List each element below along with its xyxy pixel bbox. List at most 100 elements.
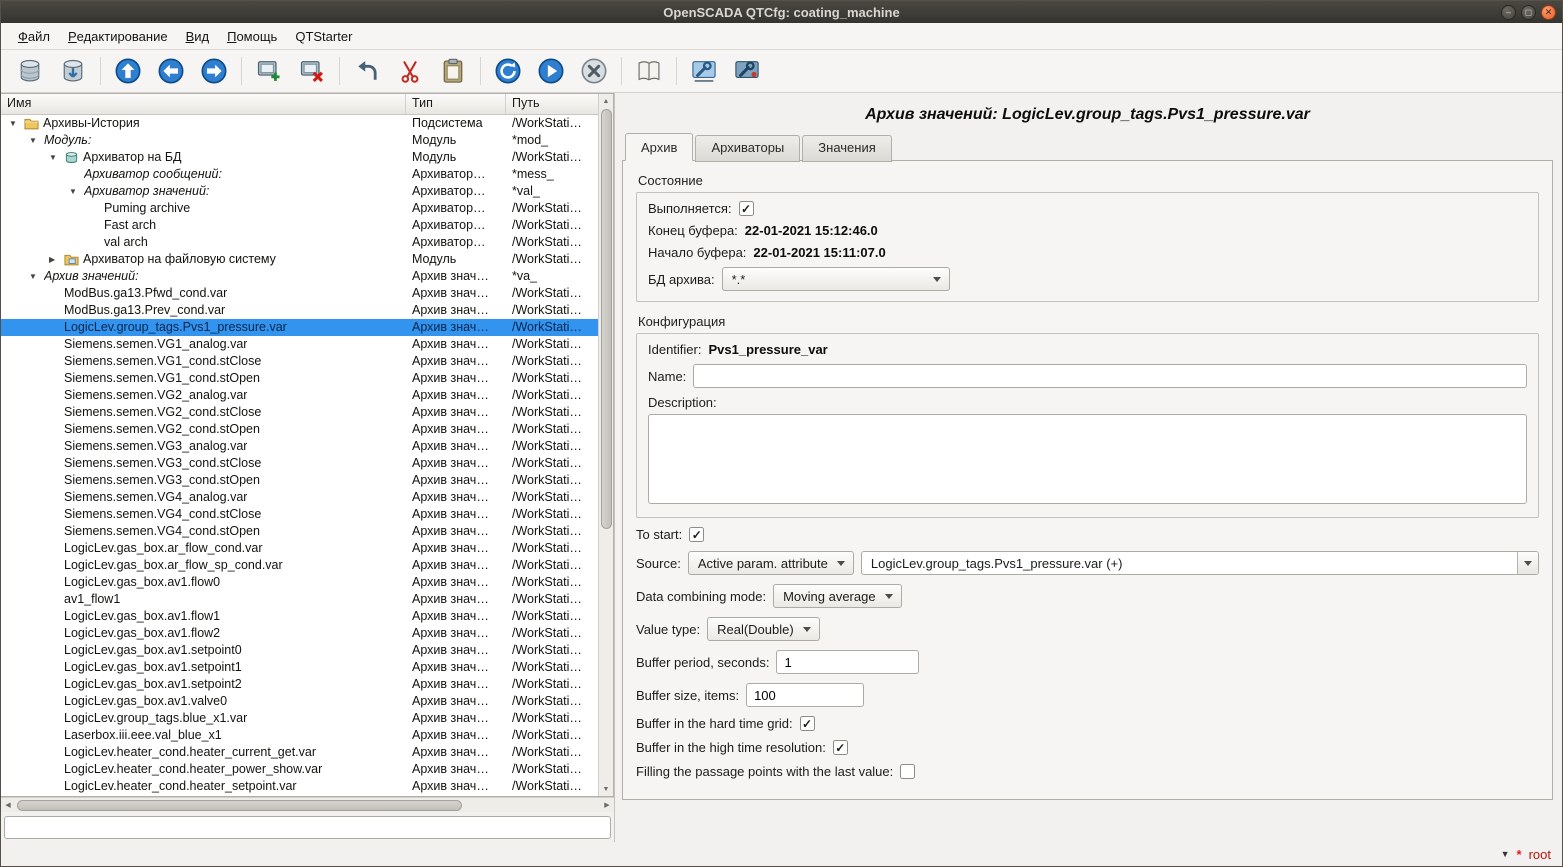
tab-archive[interactable]: Архив [625, 133, 693, 161]
tree-row[interactable]: LogicLev.group_tags.Pvs1_pressure.varАрх… [1, 319, 598, 336]
tree-row[interactable]: Siemens.semen.VG4_cond.stOpenАрхив знач…… [1, 523, 598, 540]
tree-row[interactable]: LogicLev.gas_box.av1.flow1Архив знач…/Wo… [1, 608, 598, 625]
tree-row[interactable]: LogicLev.gas_box.av1.setpoint2Архив знач… [1, 676, 598, 693]
tree-row[interactable]: ▼Архивы-ИсторияПодсистема/WorkStati… [1, 115, 598, 132]
expander-closed-icon[interactable]: ▶ [47, 251, 64, 268]
tree-row[interactable]: ▼Модуль:Модуль*mod_ [1, 132, 598, 149]
toolbar-tool-blue-button[interactable] [685, 53, 723, 89]
toolbar-load-from-db-button[interactable] [11, 53, 49, 89]
tree-row[interactable]: ModBus.ga13.Prev_cond.varАрхив знач…/Wor… [1, 302, 598, 319]
tree-row[interactable]: Siemens.semen.VG1_analog.varАрхив знач…/… [1, 336, 598, 353]
tree-row[interactable]: ▼Архив значений:Архив знач…*va_ [1, 268, 598, 285]
tree-row[interactable]: ModBus.ga13.Pfwd_cond.varАрхив знач…/Wor… [1, 285, 598, 302]
scroll-left-arrow-icon[interactable]: ◀ [1, 798, 15, 812]
tree-row[interactable]: LogicLev.gas_box.av1.flow0Архив знач…/Wo… [1, 574, 598, 591]
high-resolution-checkbox[interactable]: ✓ [833, 740, 848, 755]
tree-row[interactable]: LogicLev.gas_box.ar_flow_cond.varАрхив з… [1, 540, 598, 557]
toolbar-refresh-button[interactable] [489, 53, 527, 89]
tree-column-path[interactable]: Путь [506, 94, 598, 114]
name-input[interactable] [693, 364, 1527, 388]
toolbar-add-item-button[interactable] [250, 53, 288, 89]
tree-row[interactable]: ▼Архиватор значений:Архиватор…*val_ [1, 183, 598, 200]
toolbar-stop-button[interactable] [575, 53, 613, 89]
combining-mode-select[interactable]: Moving average [773, 584, 902, 608]
buffer-size-input[interactable] [746, 683, 864, 707]
tree-column-name[interactable]: Имя [1, 94, 406, 114]
tree-row[interactable]: Архиватор сообщений:Архиватор…*mess_ [1, 166, 598, 183]
expander-open-icon[interactable]: ▼ [47, 149, 64, 166]
tree-row[interactable]: Puming archiveАрхиватор…/WorkStati… [1, 200, 598, 217]
toolbar-copy-item-button[interactable] [348, 53, 386, 89]
buffer-period-input[interactable] [776, 650, 919, 674]
vertical-scroll-thumb[interactable] [601, 109, 612, 529]
tree-row[interactable]: val archАрхиватор…/WorkStati… [1, 234, 598, 251]
command-input[interactable] [4, 816, 611, 839]
tree-row[interactable]: av1_flow1Архив знач…/WorkStati… [1, 591, 598, 608]
expander-open-icon[interactable]: ▼ [27, 132, 44, 149]
toolbar-up-button[interactable] [109, 53, 147, 89]
value-type-select[interactable]: Real(Double) [707, 617, 820, 641]
tree-row[interactable]: LogicLev.heater_cond.heater_setpoint.var… [1, 778, 598, 795]
toolbar-cut-item-button[interactable] [391, 53, 429, 89]
tree-vertical-scrollbar[interactable]: ▲ ▼ [598, 94, 613, 796]
scroll-right-arrow-icon[interactable]: ▶ [600, 798, 614, 812]
expander-open-icon[interactable]: ▼ [27, 268, 44, 285]
tree-horizontal-scrollbar[interactable]: ◀ ▶ [1, 797, 614, 812]
tree-row[interactable]: Siemens.semen.VG3_cond.stCloseАрхив знач… [1, 455, 598, 472]
tree-row[interactable]: LogicLev.gas_box.av1.valve0Архив знач…/W… [1, 693, 598, 710]
toolbar-paste-item-button[interactable] [434, 53, 472, 89]
source-combobox[interactable]: LogicLev.group_tags.Pvs1_pressure.var (+… [861, 551, 1539, 575]
tree-row[interactable]: Siemens.semen.VG2_analog.varАрхив знач…/… [1, 387, 598, 404]
close-button[interactable]: ✕ [1541, 5, 1556, 20]
archive-db-select[interactable]: *.* [722, 267, 950, 291]
tree-row[interactable]: LogicLev.gas_box.av1.setpoint1Архив знач… [1, 659, 598, 676]
tree-row[interactable]: Siemens.semen.VG1_cond.stOpenАрхив знач…… [1, 370, 598, 387]
minimize-button[interactable]: – [1501, 5, 1516, 20]
source-type-select[interactable]: Active param. attribute [688, 551, 854, 575]
tree-row[interactable]: Siemens.semen.VG2_cond.stCloseАрхив знач… [1, 404, 598, 421]
scroll-down-arrow-icon[interactable]: ▼ [599, 782, 613, 796]
toolbar-tool-dark-button[interactable] [728, 53, 766, 89]
tree-row[interactable]: ▼Архиватор на БДМодуль/WorkStati… [1, 149, 598, 166]
toolbar-start-button[interactable] [532, 53, 570, 89]
tree-row[interactable]: Laserbox.iii.eee.val_blue_x1Архив знач…/… [1, 727, 598, 744]
toolbar-previous-button[interactable] [152, 53, 190, 89]
description-textarea[interactable] [648, 414, 1527, 504]
tree-row[interactable]: Siemens.semen.VG2_cond.stOpenАрхив знач…… [1, 421, 598, 438]
tree-row[interactable]: LogicLev.gas_box.ar_flow_sp_cond.varАрхи… [1, 557, 598, 574]
expander-open-icon[interactable]: ▼ [67, 183, 84, 200]
maximize-button[interactable]: ◻ [1521, 5, 1536, 20]
tree-row[interactable]: Siemens.semen.VG3_analog.varАрхив знач…/… [1, 438, 598, 455]
toolbar-save-to-db-button[interactable] [54, 53, 92, 89]
toolbar-manual-button[interactable] [630, 53, 668, 89]
source-dropdown-button[interactable] [1517, 552, 1538, 574]
expander-open-icon[interactable]: ▼ [7, 115, 24, 132]
tree-column-type[interactable]: Тип [406, 94, 506, 114]
tree-row[interactable]: Fast archАрхиватор…/WorkStati… [1, 217, 598, 234]
hard-grid-checkbox[interactable]: ✓ [800, 716, 815, 731]
toolbar-next-button[interactable] [195, 53, 233, 89]
tab-values[interactable]: Значения [802, 135, 891, 162]
menu-qtstarter[interactable]: QTStarter [286, 23, 361, 49]
tree-row[interactable]: Siemens.semen.VG1_cond.stCloseАрхив знач… [1, 353, 598, 370]
tree-row[interactable]: Siemens.semen.VG3_cond.stOpenАрхив знач…… [1, 472, 598, 489]
tree-row[interactable]: LogicLev.gas_box.av1.flow2Архив знач…/Wo… [1, 625, 598, 642]
menu-edit[interactable]: Редактирование [59, 23, 177, 49]
tab-archivators[interactable]: Архиваторы [695, 135, 800, 162]
scroll-up-arrow-icon[interactable]: ▲ [599, 94, 613, 108]
tree-row[interactable]: LogicLev.gas_box.av1.setpoint0Архив знач… [1, 642, 598, 659]
menu-view[interactable]: Вид [177, 23, 219, 49]
tree-row[interactable]: LogicLev.heater_cond.heater_current_get.… [1, 744, 598, 761]
caret-down-icon[interactable]: ▼ [1501, 849, 1510, 859]
menu-file[interactable]: Файл [9, 23, 59, 49]
fill-passage-checkbox[interactable] [900, 764, 915, 779]
horizontal-scroll-thumb[interactable] [17, 800, 462, 811]
tree-row[interactable]: ▶Архиватор на файловую системуМодуль/Wor… [1, 251, 598, 268]
tree-row[interactable]: LogicLev.group_tags.blue_x1.varАрхив зна… [1, 710, 598, 727]
running-checkbox[interactable]: ✓ [739, 201, 754, 216]
tree-row[interactable]: Siemens.semen.VG4_cond.stCloseАрхив знач… [1, 506, 598, 523]
tree-row[interactable]: LogicLev.heater_cond.heater_power_show.v… [1, 761, 598, 778]
menu-help[interactable]: Помощь [218, 23, 286, 49]
toolbar-delete-item-button[interactable] [293, 53, 331, 89]
to-start-checkbox[interactable]: ✓ [689, 527, 704, 542]
